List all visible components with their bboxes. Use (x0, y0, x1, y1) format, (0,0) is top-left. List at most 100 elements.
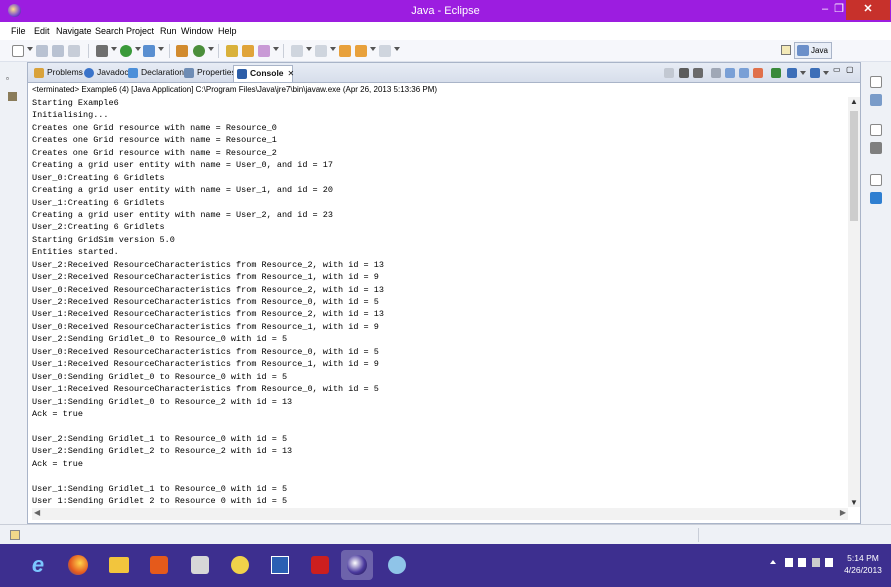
remove-all-terminated-icon[interactable] (693, 68, 703, 78)
show-when-stdout-icon[interactable] (739, 68, 749, 78)
scroll-right-icon[interactable]: ▶ (840, 508, 846, 517)
open-perspective-icon[interactable] (781, 45, 791, 55)
close-console-icon[interactable]: ✕ (288, 69, 295, 78)
search-icon[interactable] (258, 45, 270, 57)
external-tools-icon[interactable] (143, 45, 155, 57)
restore-right-icon[interactable] (870, 174, 882, 186)
menu-help[interactable]: Help (218, 26, 237, 36)
firefox-icon[interactable] (62, 550, 94, 580)
new-class-icon[interactable] (193, 45, 205, 57)
maximize-view-icon[interactable]: ▢ (846, 65, 856, 75)
action-center-icon[interactable] (798, 558, 806, 567)
calculator-icon[interactable] (184, 550, 216, 580)
last-edit-location-icon[interactable] (339, 45, 351, 57)
menu-window[interactable]: Window (181, 26, 213, 36)
clock-date: 4/26/2013 (844, 565, 882, 575)
scroll-down-icon[interactable]: ▼ (850, 498, 858, 507)
restore-right-icon[interactable] (870, 76, 882, 88)
back-icon[interactable] (355, 45, 367, 57)
next-annotation-icon[interactable] (291, 45, 303, 57)
previous-annotation-dropdown-icon[interactable] (330, 47, 336, 51)
horizontal-scrollbar[interactable]: ◀ ▶ (32, 508, 848, 520)
new-class-dropdown-icon[interactable] (208, 47, 214, 51)
tab-console[interactable]: Console ✕ (233, 65, 295, 82)
display-console-icon[interactable] (787, 68, 797, 78)
taskbar-clock[interactable]: 5:14 PM 4/26/2013 (838, 552, 888, 576)
close-button[interactable]: ✕ (846, 0, 890, 20)
network-icon[interactable] (812, 558, 820, 567)
back-dropdown-icon[interactable] (370, 47, 376, 51)
forward-dropdown-icon[interactable] (394, 47, 400, 51)
vertical-scrollbar[interactable]: ▲ ▼ (848, 97, 860, 507)
menu-file[interactable]: File (11, 26, 26, 36)
task-list-icon[interactable] (870, 94, 882, 106)
internet-explorer-icon[interactable]: e (22, 550, 54, 580)
tab-properties[interactable]: Properties (181, 65, 236, 82)
display-console-dropdown-icon[interactable] (800, 71, 806, 75)
terminate-icon[interactable] (664, 68, 674, 78)
open-task-icon[interactable] (242, 45, 254, 57)
open-console-icon[interactable] (810, 68, 820, 78)
scroll-left-icon[interactable]: ◀ (34, 508, 40, 517)
fast-view-icon[interactable] (10, 530, 20, 540)
new-dropdown-icon[interactable] (27, 47, 33, 51)
debug-icon[interactable] (96, 45, 108, 57)
eclipse-taskbar-icon[interactable] (341, 550, 373, 580)
tab-declaration[interactable]: Declaration (125, 65, 184, 82)
console-line: Starting GridSim version 5.0 (32, 234, 175, 245)
battery-icon[interactable] (785, 558, 793, 567)
console-output[interactable]: Starting Example6 Initialising... Creates … (32, 97, 850, 507)
save-icon[interactable] (36, 45, 48, 57)
menu-navigate[interactable]: Navigate (56, 26, 92, 36)
search-dropdown-icon[interactable] (273, 47, 279, 51)
tab-javadoc[interactable]: Javadoc (81, 65, 129, 82)
menu-edit[interactable]: Edit (34, 26, 50, 36)
previous-annotation-icon[interactable] (315, 45, 327, 57)
next-annotation-dropdown-icon[interactable] (306, 47, 312, 51)
scroll-thumb[interactable] (850, 111, 858, 221)
tab-problems[interactable]: Problems (31, 65, 83, 82)
hierarchy-icon[interactable] (870, 192, 882, 204)
paint-icon[interactable] (381, 550, 413, 580)
clear-console-icon[interactable] (711, 68, 721, 78)
open-type-icon[interactable] (226, 45, 238, 57)
console-line: User_1:Sending Gridlet_1 to Resource_0 w… (32, 483, 288, 494)
menu-search[interactable]: Search (95, 26, 124, 36)
word-icon[interactable] (264, 550, 296, 580)
menu-project[interactable]: Project (126, 26, 154, 36)
restore-right-icon[interactable] (870, 124, 882, 136)
open-console-dropdown-icon[interactable] (823, 71, 829, 75)
package-explorer-icon[interactable] (8, 92, 17, 101)
pin-console-icon[interactable] (771, 68, 781, 78)
run-icon[interactable] (120, 45, 132, 57)
show-when-stderr-icon[interactable] (753, 68, 763, 78)
debug-dropdown-icon[interactable] (111, 47, 117, 51)
menu-run[interactable]: Run (160, 26, 177, 36)
console-line: Creating a grid user entity with name = … (32, 185, 333, 196)
toolbar-separator (218, 44, 219, 58)
console-line: User_2:Received ResourceCharacteristics … (32, 297, 379, 307)
help-icon[interactable] (224, 550, 256, 580)
new-icon[interactable] (12, 45, 24, 57)
minimize-view-icon[interactable]: ▭ (833, 65, 843, 75)
java-perspective-button[interactable]: Java (794, 42, 832, 59)
outline-icon[interactable] (870, 142, 882, 154)
media-player-icon[interactable] (143, 550, 175, 580)
remove-launch-icon[interactable] (679, 68, 689, 78)
show-hidden-icons-icon[interactable] (770, 560, 776, 564)
forward-icon[interactable] (379, 45, 391, 57)
acrobat-icon[interactable] (304, 550, 336, 580)
run-dropdown-icon[interactable] (135, 47, 141, 51)
file-explorer-icon[interactable] (103, 550, 135, 580)
external-tools-dropdown-icon[interactable] (158, 47, 164, 51)
restore-view-icon[interactable]: ▫ (6, 74, 9, 83)
scroll-up-icon[interactable]: ▲ (850, 97, 858, 106)
save-all-icon[interactable] (52, 45, 64, 57)
new-java-project-icon[interactable] (176, 45, 188, 57)
print-icon[interactable] (68, 45, 80, 57)
volume-icon[interactable] (825, 558, 833, 567)
scroll-lock-icon[interactable] (725, 68, 735, 78)
javadoc-icon (84, 68, 94, 78)
console-line: User_2:Sending Gridlet_0 to Resource_0 w… (32, 334, 288, 345)
